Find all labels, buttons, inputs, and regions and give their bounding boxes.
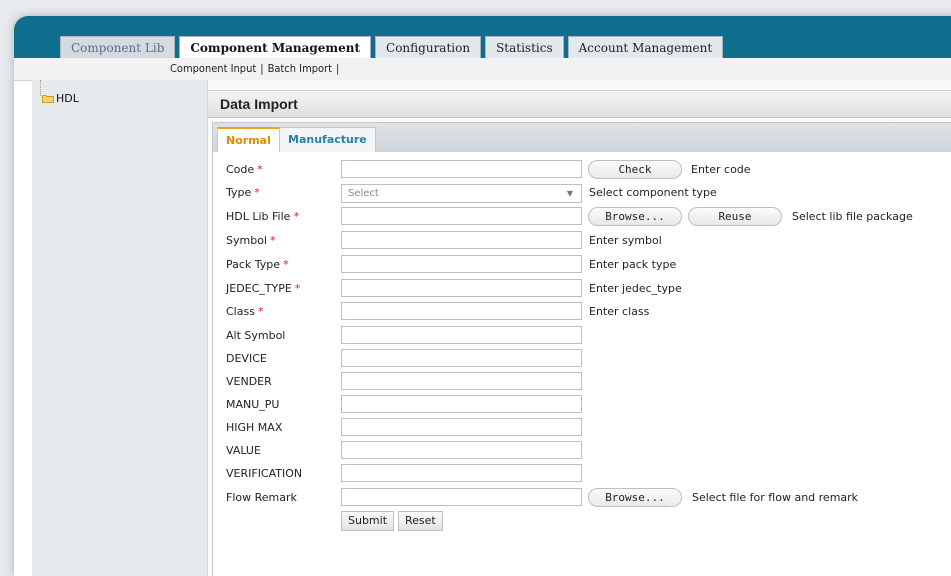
tree-item-label: HDL (56, 92, 79, 105)
sub-nav-links: Component Input | Batch Import | (170, 62, 343, 75)
high-max-input[interactable] (341, 418, 582, 436)
class-label: Class * (226, 305, 264, 318)
form-row-flow-remark: Flow Remark Browse... Select file for fl… (213, 488, 951, 508)
type-hint: Select component type (589, 186, 717, 199)
form-tabs: Normal Manufacture (212, 122, 951, 154)
sidebar-tree: HDL (32, 80, 208, 576)
code-hint: Enter code (691, 163, 751, 176)
form-row-high-max: HIGH MAX (213, 418, 951, 438)
form-row-alt-symbol: Alt Symbol (213, 326, 951, 346)
manu-pu-input[interactable] (341, 395, 582, 413)
symbol-hint: Enter symbol (589, 234, 662, 247)
hdl-lib-file-input[interactable] (341, 207, 582, 225)
form-row-manu-pu: MANU_PU (213, 395, 951, 415)
type-select[interactable]: Select ▼ (341, 184, 582, 203)
tree-item-hdl[interactable]: HDL (42, 92, 79, 105)
value-label: VALUE (226, 444, 261, 457)
sub-nav: Component Input | Batch Import | (14, 58, 951, 81)
dropdown-arrow-icon: ▼ (566, 189, 573, 198)
verification-label: VERIFICATION (226, 467, 303, 480)
hdl-lib-file-hint: Select lib file package (792, 210, 913, 223)
browse-lib-button[interactable]: Browse... (588, 207, 682, 226)
check-button[interactable]: Check (588, 160, 682, 179)
symbol-input[interactable] (341, 231, 582, 249)
device-label: DEVICE (226, 352, 267, 365)
flow-remark-hint: Select file for flow and remark (692, 491, 859, 504)
separator: | (336, 62, 340, 75)
value-input[interactable] (341, 441, 582, 459)
flow-remark-input[interactable] (341, 488, 582, 506)
pack-type-hint: Enter pack type (589, 258, 677, 271)
form-row-jedec-type: JEDEC_TYPE * Enter jedec_type (213, 279, 951, 299)
type-label: Type * (226, 186, 260, 199)
form-row-vender: VENDER (213, 372, 951, 392)
panel-header: Data Import (208, 90, 951, 118)
browse-flow-button[interactable]: Browse... (588, 488, 682, 507)
submit-button[interactable]: Submit (341, 511, 395, 531)
form-row-hdl-lib-file: HDL Lib File * Browse... Reuse Select lib… (213, 207, 951, 227)
pack-type-input[interactable] (341, 255, 582, 273)
class-hint: Enter class (589, 305, 650, 318)
code-label: Code * (226, 163, 263, 176)
app-window: Component Lib Component Management Confi… (14, 16, 951, 576)
form-row-device: DEVICE (213, 349, 951, 369)
tab-account-management[interactable]: Account Management (567, 36, 724, 58)
reset-button[interactable]: Reset (398, 511, 443, 531)
tab-manufacture[interactable]: Manufacture (279, 127, 376, 153)
vender-input[interactable] (341, 372, 582, 390)
form-row-symbol: Symbol * Enter symbol (213, 231, 951, 251)
tab-configuration[interactable]: Configuration (375, 36, 482, 58)
pack-type-label: Pack Type * (226, 258, 289, 271)
symbol-label: Symbol * (226, 234, 276, 247)
separator: | (260, 62, 264, 75)
form-row-pack-type: Pack Type * Enter pack type (213, 255, 951, 275)
high-max-label: HIGH MAX (226, 421, 283, 434)
folder-icon (42, 94, 54, 103)
tab-normal[interactable]: Normal (217, 127, 280, 153)
form-row-class: Class * Enter class (213, 302, 951, 322)
form-row-value: VALUE (213, 441, 951, 461)
flow-remark-label: Flow Remark (226, 491, 297, 504)
tab-component-lib[interactable]: Component Lib (60, 36, 176, 58)
vender-label: VENDER (226, 375, 272, 388)
tab-component-management[interactable]: Component Management (179, 36, 372, 58)
class-input[interactable] (341, 302, 582, 320)
hdl-lib-file-label: HDL Lib File * (226, 210, 299, 223)
top-nav-bar: Component Lib Component Management Confi… (14, 16, 951, 59)
form-row-type: Type * Select ▼ Select component type (213, 183, 951, 203)
code-input[interactable] (341, 160, 582, 178)
device-input[interactable] (341, 349, 582, 367)
form-row-verification: VERIFICATION (213, 464, 951, 484)
jedec-type-label: JEDEC_TYPE * (226, 282, 301, 295)
alt-symbol-label: Alt Symbol (226, 329, 286, 342)
jedec-type-input[interactable] (341, 279, 582, 297)
tab-statistics[interactable]: Statistics (485, 36, 564, 58)
top-tabs: Component Lib Component Management Confi… (60, 36, 724, 58)
form-row-code: Code * Check Enter code (213, 160, 951, 180)
subnav-component-input[interactable]: Component Input (170, 62, 256, 75)
manu-pu-label: MANU_PU (226, 398, 280, 411)
reuse-button[interactable]: Reuse (688, 207, 782, 226)
main-content: Data Import Normal Manufacture Code * Che… (208, 80, 951, 576)
alt-symbol-input[interactable] (341, 326, 582, 344)
import-form: Code * Check Enter code Type * Select ▼ Sel… (212, 152, 951, 576)
verification-input[interactable] (341, 464, 582, 482)
subnav-batch-import[interactable]: Batch Import (268, 62, 332, 75)
page-title: Data Import (220, 96, 298, 112)
jedec-type-hint: Enter jedec_type (589, 282, 682, 295)
